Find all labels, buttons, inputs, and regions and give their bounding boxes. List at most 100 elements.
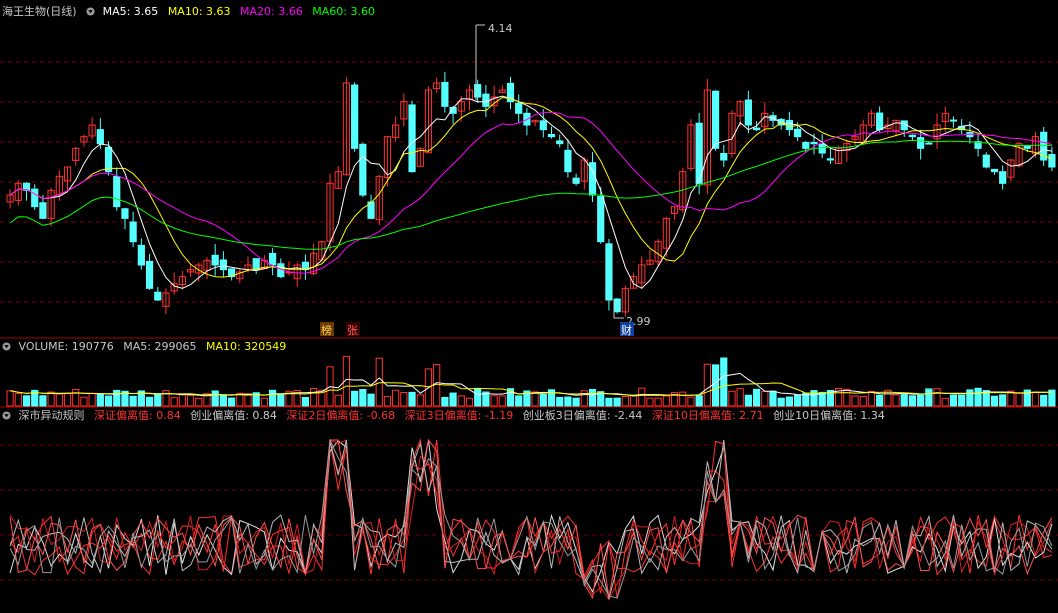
volume-bar <box>695 395 703 407</box>
volume-bar <box>556 396 564 407</box>
ma10-label: MA10: 3.63 <box>167 5 231 18</box>
candle-body <box>744 99 752 126</box>
candle-body <box>564 149 572 173</box>
candle-body <box>572 177 580 184</box>
candle-body <box>482 93 490 107</box>
candle-body <box>818 143 826 154</box>
volume-bar <box>178 393 186 407</box>
volume-bar <box>531 391 539 407</box>
volume-bars <box>6 355 1056 407</box>
volume-bar <box>375 357 383 407</box>
volume-bar <box>917 394 925 407</box>
volume-bar <box>392 389 400 407</box>
candle-body <box>219 259 227 271</box>
volume-bar <box>383 396 392 407</box>
volume-bar <box>96 393 104 407</box>
volume-bar <box>301 396 310 407</box>
ma60-line <box>9 139 1052 250</box>
candle-body <box>908 134 917 138</box>
volume-bar <box>679 391 687 407</box>
indicator-item: 深证3日偏离值: -1.19 <box>404 409 514 422</box>
volume-bar <box>186 394 195 407</box>
candle-body <box>752 127 761 131</box>
candle-body <box>990 168 999 173</box>
volume-bar <box>72 389 80 407</box>
volume-bar <box>941 397 949 407</box>
volume-bar <box>47 391 55 407</box>
volume-ma10: MA10: 320549 <box>205 340 287 353</box>
candle-body <box>145 260 154 289</box>
volume-bar <box>400 392 408 407</box>
volume-bar <box>6 390 14 407</box>
indicator-item: 深证2日偏离值: -0.68 <box>286 409 396 422</box>
volume-bar <box>654 397 662 407</box>
collapse-triangle-icon[interactable] <box>2 411 11 420</box>
high-price-label: 4.14 <box>488 22 513 35</box>
volume-bar <box>958 394 966 407</box>
chart-canvas: 4.14 2.99 榜 张 财 <box>0 22 1058 601</box>
volume-bar <box>843 388 851 407</box>
collapse-triangle-icon[interactable] <box>2 342 11 351</box>
volume-bar <box>80 396 88 407</box>
volume-bar <box>39 395 47 407</box>
indicator-line <box>9 440 1053 599</box>
ma5-label: MA5: 3.65 <box>102 5 159 18</box>
volume-bar <box>794 394 802 407</box>
volume-bar <box>752 388 761 407</box>
collapse-triangle-icon[interactable] <box>86 7 95 16</box>
ma20-line <box>9 111 1053 274</box>
candle-body <box>949 119 958 122</box>
candle-body <box>720 152 728 161</box>
candle-body <box>515 102 523 114</box>
volume-bar <box>260 397 268 407</box>
candle-body <box>408 104 416 173</box>
volume-bar <box>63 393 72 407</box>
candle-body <box>876 112 884 131</box>
volume-bar <box>761 391 769 407</box>
volume-bar <box>515 395 523 407</box>
candle-body <box>999 171 1007 184</box>
volume-bar <box>490 395 498 407</box>
volume-bar <box>638 387 646 407</box>
volume-bar <box>367 393 375 407</box>
volume-bar <box>966 389 974 407</box>
volume-bar <box>1040 394 1048 407</box>
price-annotations: 4.14 2.99 榜 张 财 <box>320 22 651 337</box>
volume-bar <box>1015 392 1023 407</box>
volume-bar <box>195 397 203 407</box>
candle-body <box>137 244 145 266</box>
volume-bar <box>219 394 227 407</box>
volume-bar <box>728 390 736 407</box>
volume-bar <box>744 394 752 407</box>
grid-lines <box>0 61 1058 581</box>
volume-bar <box>646 397 654 407</box>
volume-bar <box>14 393 22 407</box>
volume-bar <box>227 397 236 407</box>
volume-ma-lines <box>10 372 1052 397</box>
candle-body <box>826 158 835 161</box>
candle-body <box>1048 154 1056 168</box>
candle-body <box>917 137 925 149</box>
volume-bar <box>859 396 867 407</box>
indicator-lines <box>9 438 1053 601</box>
volume-bar <box>88 392 96 407</box>
volume-bar <box>474 387 482 407</box>
volume-bar <box>867 390 876 407</box>
candle-body <box>154 291 162 301</box>
volume-bar <box>113 389 121 407</box>
volume-bar <box>408 391 416 407</box>
volume-bar <box>613 397 621 407</box>
volume-bar <box>539 393 547 407</box>
volume-bar <box>564 396 572 407</box>
volume-bar <box>129 395 137 407</box>
candle-body <box>613 298 621 313</box>
volume-bar <box>629 394 638 407</box>
volume-bar <box>457 395 465 407</box>
volume-title: VOLUME: 190776 <box>18 340 114 353</box>
volume-bar <box>441 396 449 407</box>
volume-bar <box>154 393 162 407</box>
volume-bar <box>769 390 777 407</box>
volume-ma5: MA5: 299065 <box>123 340 197 353</box>
price-header: 海王生物(日线) MA5: 3.65 MA10: 3.63 MA20: 3.66… <box>2 4 381 20</box>
indicator-line <box>9 439 1053 593</box>
